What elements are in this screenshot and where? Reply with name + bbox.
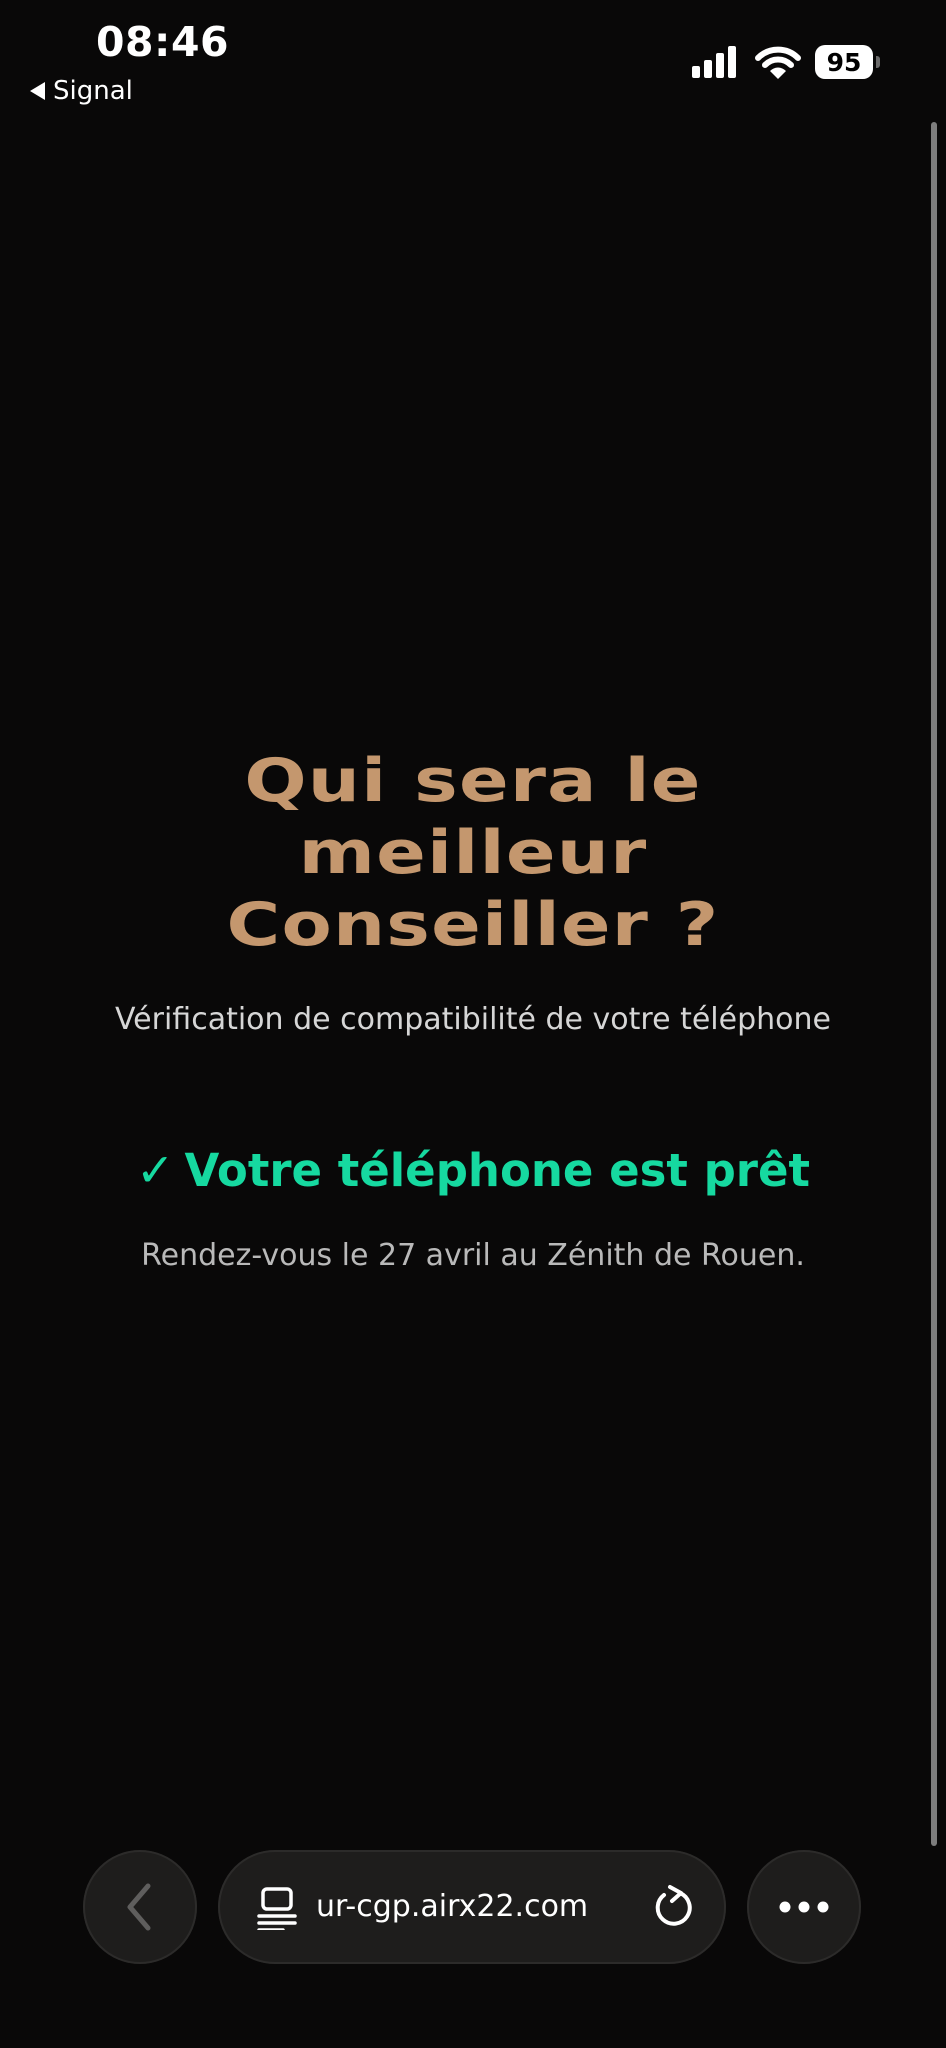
back-triangle-icon bbox=[30, 82, 45, 100]
title-line: meilleur bbox=[298, 818, 648, 888]
scroll-indicator[interactable] bbox=[931, 122, 937, 1846]
address-bar[interactable]: ur-cgp.airx22.com bbox=[218, 1850, 726, 1964]
screen: 08:46 Signal 95 Qui sera le meilleur Con… bbox=[0, 0, 946, 2048]
reader-mode-icon[interactable] bbox=[256, 1886, 300, 1930]
reload-icon[interactable] bbox=[650, 1884, 696, 1930]
more-icon bbox=[779, 1901, 829, 1913]
event-note: Rendez-vous le 27 avril au Zénith de Rou… bbox=[141, 1238, 805, 1273]
phone-ready-text: Votre téléphone est prêt bbox=[184, 1143, 810, 1197]
title-line: Conseiller ? bbox=[226, 890, 720, 960]
page-title: Qui sera le meilleur Conseiller ? bbox=[0, 745, 946, 961]
title-line: Qui sera le bbox=[244, 746, 702, 816]
chevron-left-icon bbox=[127, 1883, 151, 1931]
browser-back-button[interactable] bbox=[83, 1850, 197, 1964]
back-to-app-button[interactable]: Signal bbox=[30, 74, 133, 108]
url-value: ur-cgp.airx22.com bbox=[316, 1889, 589, 1924]
status-time: 08:46 bbox=[96, 18, 230, 66]
cellular-signal-icon bbox=[692, 46, 736, 78]
compatibility-subtitle: Vérification de compatibilité de votre t… bbox=[114, 1002, 831, 1037]
url-text[interactable]: ur-cgp.airx22.com bbox=[316, 1850, 636, 1964]
battery-tip bbox=[876, 56, 880, 68]
wifi-icon bbox=[755, 46, 801, 79]
back-to-app-label: Signal bbox=[53, 76, 133, 106]
phone-ready-status: ✓ Votre téléphone est prêt bbox=[0, 1143, 946, 1197]
battery-icon: 95 bbox=[815, 45, 881, 81]
more-options-button[interactable] bbox=[747, 1850, 861, 1964]
battery-level: 95 bbox=[815, 45, 873, 79]
checkmark-icon: ✓ bbox=[136, 1143, 175, 1197]
